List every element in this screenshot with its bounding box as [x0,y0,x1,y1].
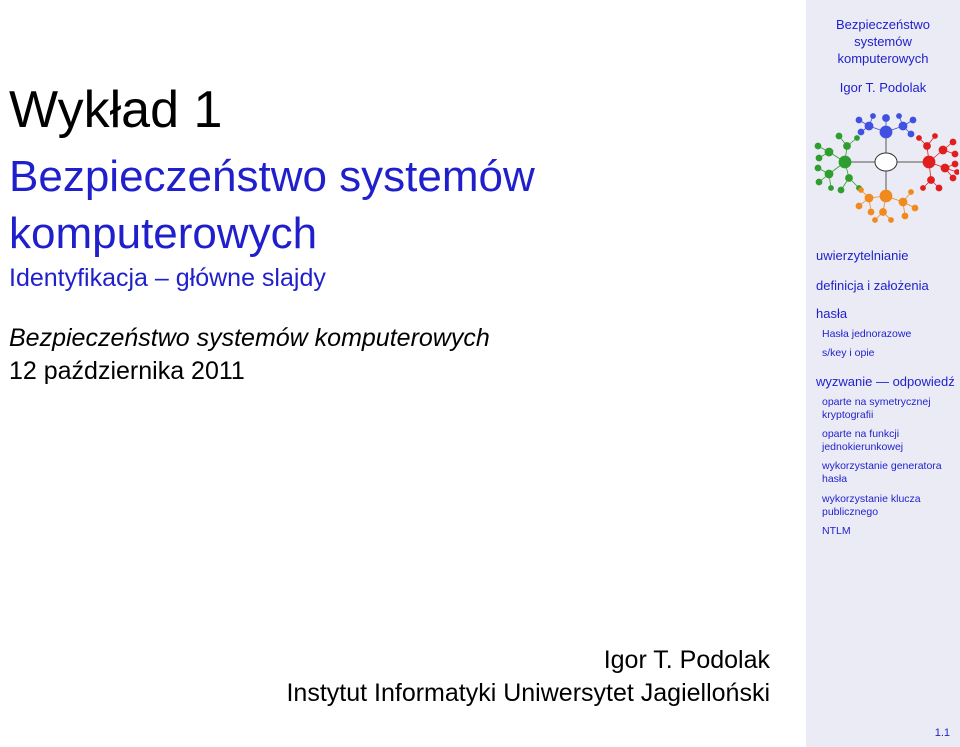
nav-subsection-ntlm[interactable]: NTLM [822,525,851,538]
sidebar-author[interactable]: Igor T. Podolak [806,80,960,95]
subtitle: Identyfikacja – główne slajdy [9,264,326,292]
course-title-line1: Bezpieczeństwo systemów [9,152,535,201]
nav-subsection-generator[interactable]: wykorzystanie generatora hasła [822,460,958,486]
nav-section-hasla[interactable]: hasła [816,306,847,321]
nav-subsection-jednokierunkowa[interactable]: oparte na funkcji jednokierunkowej [822,428,942,454]
mindmap-icon [814,113,959,223]
institution: Instytut Informatyki Uniwersytet Jagiell… [286,679,770,707]
slide-main: Wykład 1 Bezpieczeństwo systemów kompute… [0,0,806,747]
page-number: 1.1 [934,727,950,739]
nav-subsection-klucz-publiczny[interactable]: wykorzystanie klucza publicznego [822,493,934,519]
course-title-line2: komputerowych [9,209,318,258]
lecture-title: Wykład 1 [9,81,223,139]
nav-section-uwierzytelnianie[interactable]: uwierzytelnianie [816,248,909,263]
nav-section-definicja[interactable]: definicja i założenia [816,278,929,293]
sidebar-course-line: Bezpieczeństwo [836,17,930,32]
date: 12 października 2011 [9,357,245,385]
sidebar: Bezpieczeństwo systemów komputerowych Ig… [806,0,960,747]
nav-subsection-symetryczna[interactable]: oparte na symetrycznej kryptografii [822,396,956,422]
sidebar-course-line: komputerowych [837,51,929,66]
nav-subsection-hasla-jednorazowe[interactable]: Hasła jednorazowe [822,328,911,341]
author: Igor T. Podolak [603,646,770,674]
nav-section-wyzwanie[interactable]: wyzwanie — odpowiedź [816,374,955,389]
course-name: Bezpieczeństwo systemów komputerowych [9,324,490,352]
nav-subsection-skey[interactable]: s/key i opie [822,347,875,360]
sidebar-course-title[interactable]: Bezpieczeństwo systemów komputerowych [806,16,960,67]
sidebar-course-line: systemów [854,34,912,49]
